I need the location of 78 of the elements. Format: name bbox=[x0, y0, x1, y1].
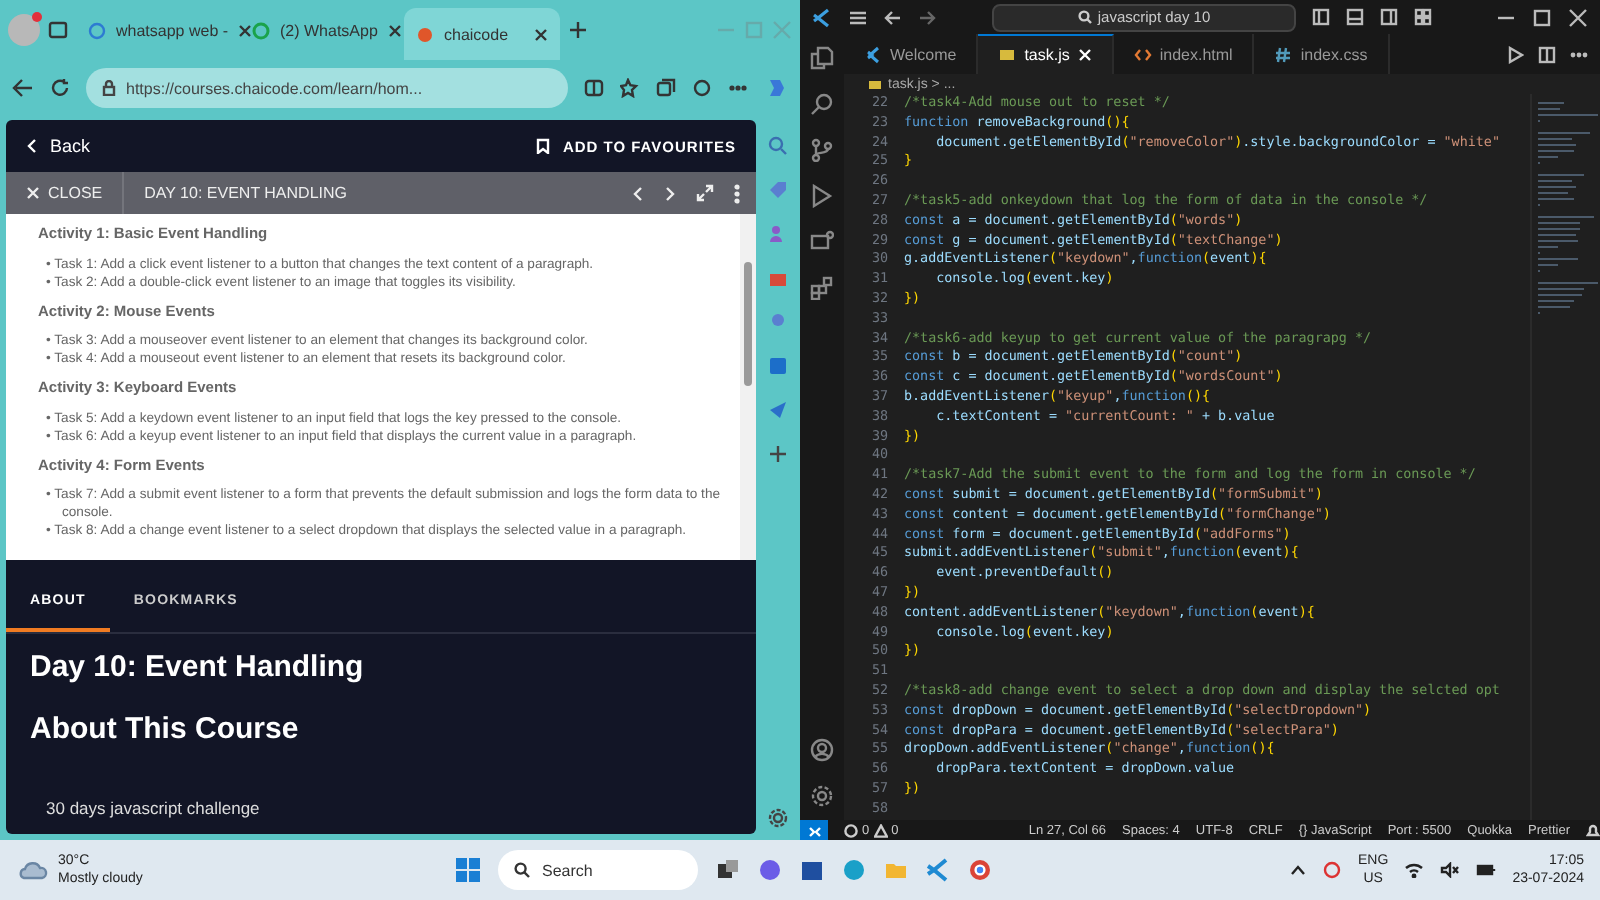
lock-icon bbox=[102, 80, 116, 96]
browser-tab[interactable]: chaicode bbox=[404, 8, 560, 60]
cloud-icon[interactable] bbox=[16, 858, 48, 882]
favorites-icon[interactable] bbox=[620, 78, 640, 98]
js-file-icon bbox=[868, 77, 882, 91]
maximize-icon[interactable] bbox=[1532, 7, 1552, 27]
close-icon[interactable] bbox=[387, 23, 402, 37]
settings-icon[interactable] bbox=[768, 808, 788, 828]
bookmark-icon[interactable] bbox=[536, 138, 551, 155]
grid-layout-icon[interactable] bbox=[1414, 8, 1432, 26]
scrollbar-thumb[interactable] bbox=[744, 262, 752, 387]
settings-icon[interactable] bbox=[810, 784, 834, 808]
js-file-icon bbox=[998, 46, 1017, 64]
address-bar[interactable]: https://courses.chaicode.com/learn/hom... bbox=[86, 68, 568, 108]
warning-icon bbox=[873, 823, 888, 837]
add-icon[interactable] bbox=[768, 444, 788, 464]
search-icon bbox=[1077, 10, 1092, 24]
sidebar-layout-icon[interactable] bbox=[1312, 8, 1330, 26]
forward-icon[interactable] bbox=[918, 9, 936, 25]
lesson-heading: Day 10: Event Handling bbox=[30, 650, 366, 684]
run-debug-icon[interactable] bbox=[810, 184, 834, 208]
search-icon[interactable] bbox=[810, 92, 834, 116]
code-logo-icon bbox=[864, 45, 882, 63]
split-editor-icon[interactable] bbox=[1538, 45, 1556, 63]
back-icon[interactable] bbox=[884, 9, 902, 25]
remote-button[interactable] bbox=[800, 820, 828, 840]
close-icon bbox=[26, 186, 40, 201]
close-icon[interactable] bbox=[238, 23, 253, 37]
remote-explorer-icon[interactable] bbox=[810, 230, 834, 254]
split-layout-icon[interactable] bbox=[1380, 8, 1398, 26]
course-description: 30 days javascript challenge bbox=[46, 798, 262, 818]
url-text: https://courses.chaicode.com/learn/hom... bbox=[126, 79, 423, 97]
browser-tab[interactable]: (2) WhatsApp bbox=[240, 8, 396, 52]
chevron-up-icon[interactable] bbox=[1290, 864, 1307, 876]
battery-icon[interactable] bbox=[1476, 862, 1497, 878]
search-icon bbox=[514, 862, 530, 878]
kebab-menu-icon[interactable] bbox=[734, 183, 740, 204]
error-icon bbox=[844, 823, 858, 837]
panel-layout-icon[interactable] bbox=[1346, 8, 1364, 26]
chrome-icon[interactable] bbox=[968, 858, 992, 882]
wifi-icon[interactable] bbox=[1404, 862, 1425, 878]
code-logo-icon[interactable] bbox=[812, 7, 832, 27]
editor-tab[interactable]: task.js bbox=[978, 34, 1114, 74]
back-link[interactable]: Back bbox=[50, 136, 91, 157]
chat-app-icon[interactable] bbox=[758, 858, 782, 882]
section-heading: About This Course bbox=[30, 712, 301, 746]
search-icon[interactable] bbox=[768, 136, 788, 156]
bell-icon[interactable] bbox=[1586, 823, 1600, 837]
chat-icon bbox=[252, 21, 270, 39]
code-editor-icon[interactable] bbox=[926, 858, 950, 882]
menu-icon[interactable] bbox=[848, 7, 868, 27]
browser-tab[interactable]: whatsapp web - bbox=[76, 8, 232, 52]
tab-actions-icon[interactable] bbox=[48, 20, 68, 40]
task-view-icon[interactable] bbox=[716, 858, 740, 882]
remote-icon bbox=[807, 823, 821, 837]
close-icon[interactable] bbox=[1568, 7, 1588, 27]
start-icon[interactable] bbox=[456, 858, 480, 882]
lesson-title: DAY 10: EVENT HANDLING bbox=[142, 184, 349, 203]
css-file-icon bbox=[1274, 45, 1293, 63]
files-icon[interactable] bbox=[810, 46, 834, 70]
html-file-icon bbox=[1133, 45, 1152, 63]
account-icon[interactable] bbox=[810, 738, 834, 762]
taskbar-search-field[interactable]: Search bbox=[498, 850, 698, 890]
back-icon[interactable] bbox=[12, 78, 34, 98]
source-control-icon[interactable] bbox=[810, 138, 834, 162]
close-icon[interactable] bbox=[534, 27, 548, 41]
expand-icon[interactable] bbox=[696, 184, 714, 203]
refresh-icon[interactable] bbox=[50, 78, 70, 98]
split-screen-icon[interactable] bbox=[584, 78, 604, 98]
collections-icon[interactable] bbox=[656, 78, 676, 98]
notification-dot bbox=[32, 12, 42, 22]
new-tab-icon[interactable] bbox=[568, 20, 588, 40]
store-icon[interactable] bbox=[800, 858, 824, 882]
outlook-icon[interactable] bbox=[768, 356, 788, 376]
speaker-muted-icon[interactable] bbox=[1440, 862, 1461, 878]
site-logo-icon bbox=[416, 25, 434, 43]
run-icon[interactable] bbox=[1508, 45, 1524, 63]
chevron-right-icon[interactable] bbox=[664, 185, 676, 202]
